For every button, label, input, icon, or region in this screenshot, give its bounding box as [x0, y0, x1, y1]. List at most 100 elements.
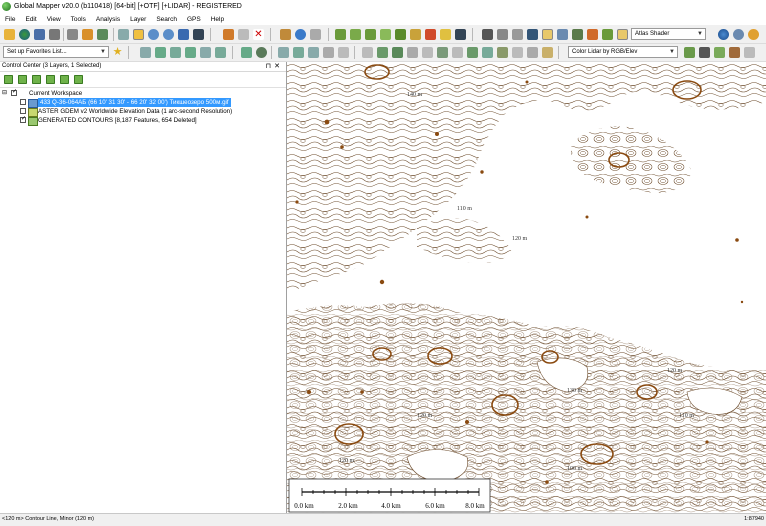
layers-icon[interactable] [82, 29, 93, 40]
hazard-icon[interactable] [425, 29, 436, 40]
list-icon[interactable] [512, 29, 523, 40]
menu-view[interactable]: View [42, 16, 66, 23]
star-icon[interactable]: ★ [112, 47, 123, 58]
path-icon[interactable] [542, 29, 553, 40]
print-icon[interactable] [49, 29, 60, 40]
layer-checkbox[interactable] [20, 99, 26, 105]
lidar-filter-icon[interactable] [684, 47, 695, 58]
lidar-tool-icon[interactable] [512, 47, 523, 58]
measure-icon[interactable] [280, 29, 291, 40]
digitize-line-icon[interactable] [140, 47, 151, 58]
digitize-line-icon[interactable] [200, 47, 211, 58]
chart-icon[interactable] [587, 29, 598, 40]
layer-refresh-icon[interactable] [74, 75, 83, 84]
search-doc-icon[interactable] [310, 29, 321, 40]
globe-data-icon[interactable] [19, 29, 30, 40]
select-icon[interactable] [118, 29, 129, 40]
zoom-out-icon[interactable] [163, 29, 174, 40]
contour-map[interactable]: 110 m 120 m 120 m 110 m 100 m 120 m 130 … [287, 62, 766, 513]
feature-tool-icon[interactable] [278, 47, 289, 58]
layer-remove-icon[interactable] [32, 75, 41, 84]
info-icon[interactable] [295, 29, 306, 40]
digitize-line-icon[interactable] [215, 47, 226, 58]
terrain-icon[interactable] [335, 29, 346, 40]
lidar-filter-icon[interactable] [729, 47, 740, 58]
feature-tool-icon[interactable] [323, 47, 334, 58]
target-icon[interactable] [256, 47, 267, 58]
lidar-color-dropdown[interactable]: Color Lidar by RGB/Elev ▼ [568, 46, 678, 58]
note-icon[interactable] [440, 29, 451, 40]
lidar-tool-icon[interactable] [527, 47, 538, 58]
menu-analysis[interactable]: Analysis [91, 16, 125, 23]
terrain-icon[interactable] [380, 29, 391, 40]
3d-view-icon[interactable] [527, 29, 538, 40]
feature-tool-icon[interactable] [338, 47, 349, 58]
workspace-checkbox[interactable] [11, 88, 17, 97]
lidar-tool-icon[interactable] [497, 47, 508, 58]
lidar-tool-icon[interactable] [542, 47, 553, 58]
lidar-tool-icon[interactable] [437, 47, 448, 58]
grid-icon[interactable] [482, 29, 493, 40]
pan-hand-icon[interactable] [133, 29, 144, 40]
save-icon[interactable] [34, 29, 45, 40]
menu-gps[interactable]: GPS [182, 16, 206, 23]
config-icon[interactable] [67, 29, 78, 40]
feature-tool-icon[interactable] [308, 47, 319, 58]
lidar-tool-icon[interactable] [407, 47, 418, 58]
digitize-line-icon[interactable] [170, 47, 181, 58]
lidar-filter-icon[interactable] [744, 47, 755, 58]
close-icon[interactable]: ✕ [274, 63, 283, 70]
shader-icon[interactable] [617, 29, 628, 40]
layer-checkbox[interactable] [20, 108, 26, 114]
tool-icon[interactable] [497, 29, 508, 40]
web-globe-icon[interactable] [718, 29, 729, 40]
edit-vertex-icon[interactable] [241, 47, 252, 58]
terrain-icon[interactable] [602, 29, 613, 40]
digitize-line-icon[interactable] [185, 47, 196, 58]
menu-edit[interactable]: Edit [20, 16, 41, 23]
flythrough-icon[interactable] [557, 29, 568, 40]
favorites-dropdown[interactable]: Set up Favorites List... ▼ [3, 46, 109, 58]
zoom-in-icon[interactable] [148, 29, 159, 40]
copy-icon[interactable] [238, 29, 249, 40]
profile-icon[interactable] [410, 29, 421, 40]
digitize-line-icon[interactable] [155, 47, 166, 58]
layer-options-icon[interactable] [4, 75, 13, 84]
open-folder-icon[interactable] [4, 29, 15, 40]
menu-file[interactable]: File [0, 16, 20, 23]
layer-down-icon[interactable] [60, 75, 69, 84]
move-icon[interactable] [362, 47, 373, 58]
collapse-minus-icon[interactable]: ⊟ [2, 89, 7, 98]
map-view[interactable]: 110 m 120 m 120 m 110 m 100 m 120 m 130 … [287, 62, 766, 513]
pin-icon[interactable]: ⊓ [266, 63, 274, 70]
view-icon[interactable] [572, 29, 583, 40]
lidar-tool-icon[interactable] [482, 47, 493, 58]
back-arrow-icon[interactable] [178, 29, 189, 40]
lidar-filter-icon[interactable] [699, 47, 710, 58]
lidar-tool-icon[interactable] [392, 47, 403, 58]
layer-checkbox[interactable] [20, 115, 26, 124]
menu-tools[interactable]: Tools [66, 16, 91, 23]
layer-up-icon[interactable] [46, 75, 55, 84]
lidar-tool-icon[interactable] [422, 47, 433, 58]
menu-help[interactable]: Help [206, 16, 229, 23]
lidar-tool-icon[interactable] [467, 47, 478, 58]
lidar-tool-icon[interactable] [452, 47, 463, 58]
menu-layer[interactable]: Layer [125, 16, 151, 23]
layer-add-icon[interactable] [18, 75, 27, 84]
overview-icon[interactable] [97, 29, 108, 40]
lidar-tool-icon[interactable] [377, 47, 388, 58]
delete-x-icon[interactable]: ✕ [253, 29, 264, 40]
pencil-icon[interactable] [223, 29, 234, 40]
cut-icon[interactable] [455, 29, 466, 40]
home-icon[interactable] [193, 29, 204, 40]
terrain-icon[interactable] [365, 29, 376, 40]
shader-dropdown[interactable]: Atlas Shader ▼ [631, 28, 706, 40]
sun-icon[interactable] [748, 29, 759, 40]
gear-icon[interactable] [733, 29, 744, 40]
terrain-icon[interactable] [350, 29, 361, 40]
terrain-icon[interactable] [395, 29, 406, 40]
menu-search[interactable]: Search [151, 16, 182, 23]
lidar-filter-icon[interactable] [714, 47, 725, 58]
feature-tool-icon[interactable] [293, 47, 304, 58]
